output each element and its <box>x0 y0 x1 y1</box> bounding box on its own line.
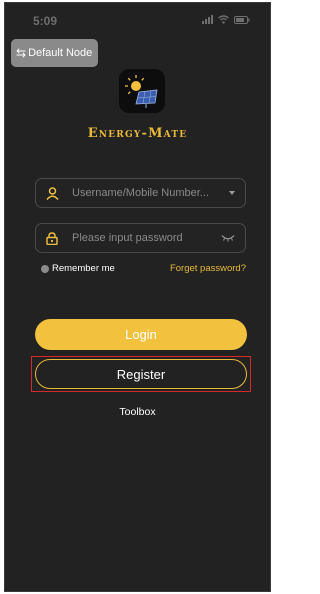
register-button[interactable]: Register <box>35 359 247 389</box>
status-icons <box>202 15 250 24</box>
remember-radio-icon[interactable] <box>41 264 49 273</box>
toolbox-link[interactable]: Toolbox <box>5 406 270 418</box>
password-field[interactable] <box>35 223 246 253</box>
dropdown-caret-icon[interactable] <box>229 191 235 195</box>
app-logo <box>119 69 165 113</box>
battery-icon <box>234 15 250 24</box>
signal-icon <box>202 15 213 24</box>
wifi-icon <box>218 15 229 24</box>
status-time: 5:09 <box>33 14 58 28</box>
password-input[interactable] <box>72 232 221 244</box>
forgot-password-link[interactable]: Forget password? <box>170 263 246 274</box>
lock-icon <box>46 231 64 245</box>
eye-closed-icon[interactable] <box>221 234 235 242</box>
default-node-button[interactable]: ⇆ Default Node <box>11 39 99 67</box>
login-button[interactable]: Login <box>35 319 247 350</box>
username-field[interactable] <box>35 178 246 208</box>
remember-me-label: Remember me <box>52 263 115 274</box>
brand-name: Energy-Mate <box>87 126 188 141</box>
swap-arrows-icon: ⇆ <box>16 46 27 60</box>
solar-panel-sun-icon <box>125 75 158 108</box>
remember-me-toggle[interactable]: Remember me <box>41 263 115 274</box>
app-screen: 5:09 ⇆ Default Node Energy-Mate Username… <box>4 2 271 592</box>
username-input[interactable] <box>72 187 229 199</box>
status-bar: 5:09 <box>5 3 270 37</box>
user-icon <box>46 186 64 200</box>
default-node-label: Default Node <box>28 47 93 59</box>
